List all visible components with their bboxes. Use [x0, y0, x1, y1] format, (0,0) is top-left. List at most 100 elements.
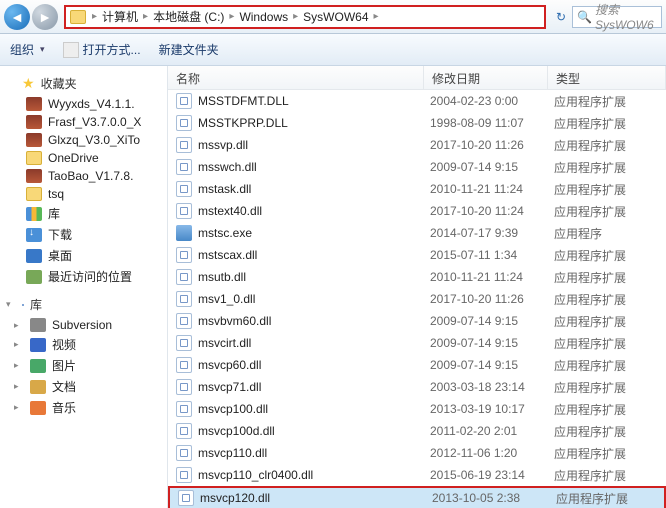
file-row[interactable]: msvcp110.dll2012-11-06 1:20应用程序扩展 — [168, 442, 666, 464]
sidebar-item[interactable]: 桌面 — [0, 245, 167, 266]
chevron-right-icon: ▸ — [14, 360, 24, 371]
file-row[interactable]: mstask.dll2010-11-21 11:24应用程序扩展 — [168, 178, 666, 200]
sidebar-item-label: 桌面 — [48, 247, 72, 264]
file-row[interactable]: msutb.dll2010-11-21 11:24应用程序扩展 — [168, 266, 666, 288]
file-date: 2015-07-11 1:34 — [430, 248, 554, 262]
chevron-right-icon[interactable]: ▸ — [90, 11, 99, 22]
file-name: msvcp110.dll — [198, 446, 430, 460]
sidebar-item[interactable]: Wyyxds_V4.1.1. — [0, 95, 167, 113]
sidebar-item-label: Wyyxds_V4.1.1. — [48, 97, 135, 111]
column-name[interactable]: 名称 — [168, 66, 424, 89]
chevron-down-icon: ▾ — [6, 299, 16, 310]
file-row[interactable]: msvcp120.dll2013-10-05 2:38应用程序扩展 — [168, 486, 666, 508]
file-row[interactable]: msvcp100d.dll2011-02-20 2:01应用程序扩展 — [168, 420, 666, 442]
refresh-button[interactable]: ↻ — [550, 6, 572, 28]
sidebar-item[interactable]: tsq — [0, 185, 167, 203]
file-row[interactable]: MSSTDFMT.DLL2004-02-23 0:00应用程序扩展 — [168, 90, 666, 112]
file-type: 应用程序扩展 — [554, 357, 626, 374]
sidebar-item-label: Frasf_V3.7.0.0_X — [48, 115, 141, 129]
open-with-button[interactable]: 打开方式... — [63, 41, 141, 58]
file-type: 应用程序扩展 — [554, 93, 626, 110]
nav-forward-button[interactable]: ► — [32, 4, 58, 30]
file-row[interactable]: msvcp100.dll2013-03-19 10:17应用程序扩展 — [168, 398, 666, 420]
sidebar-item[interactable]: Frasf_V3.7.0.0_X — [0, 113, 167, 131]
chevron-right-icon: ▸ — [14, 339, 24, 350]
dll-icon — [176, 401, 192, 417]
file-name: msvcp60.dll — [198, 358, 430, 372]
sidebar-item[interactable]: 库 — [0, 203, 167, 224]
file-date: 2010-11-21 11:24 — [430, 182, 554, 196]
item-icon — [30, 338, 46, 352]
search-input[interactable]: 🔍 搜索 SysWOW6 — [572, 6, 662, 28]
sidebar-item[interactable]: 最近访问的位置 — [0, 266, 167, 287]
item-icon — [30, 359, 46, 373]
sidebar-item[interactable]: ▸文档 — [0, 376, 167, 397]
column-date[interactable]: 修改日期 — [424, 66, 548, 89]
sidebar-item[interactable]: Glxzq_V3.0_XiTo — [0, 131, 167, 149]
dll-icon — [176, 313, 192, 329]
file-row[interactable]: MSSTKPRP.DLL1998-08-09 11:07应用程序扩展 — [168, 112, 666, 134]
file-type: 应用程序扩展 — [554, 467, 626, 484]
item-icon — [30, 401, 46, 415]
file-date: 2017-10-20 11:26 — [430, 138, 554, 152]
file-name: msvcp110_clr0400.dll — [198, 468, 430, 482]
breadcrumb[interactable]: ▸ 计算机 ▸ 本地磁盘 (C:) ▸ Windows ▸ SysWOW64 ▸ — [64, 5, 546, 29]
file-name: mssvp.dll — [198, 138, 430, 152]
item-icon — [30, 380, 46, 394]
file-row[interactable]: msvcp60.dll2009-07-14 9:15应用程序扩展 — [168, 354, 666, 376]
file-date: 1998-08-09 11:07 — [430, 116, 554, 130]
crumb-syswow64[interactable]: SysWOW64 — [300, 10, 371, 24]
file-row[interactable]: msvcirt.dll2009-07-14 9:15应用程序扩展 — [168, 332, 666, 354]
column-type[interactable]: 类型 — [548, 66, 666, 89]
chevron-right-icon: ▸ — [14, 320, 24, 331]
file-row[interactable]: msvcp110_clr0400.dll2015-06-19 23:14应用程序… — [168, 464, 666, 486]
file-row[interactable]: mstsc.exe2014-07-17 9:39应用程序 — [168, 222, 666, 244]
item-icon — [26, 249, 42, 263]
file-row[interactable]: mssvp.dll2017-10-20 11:26应用程序扩展 — [168, 134, 666, 156]
file-date: 2003-03-18 23:14 — [430, 380, 554, 394]
sidebar-item[interactable]: ▸音乐 — [0, 397, 167, 418]
file-row[interactable]: mstscax.dll2015-07-11 1:34应用程序扩展 — [168, 244, 666, 266]
sidebar-item[interactable]: OneDrive — [0, 149, 167, 167]
sidebar-item[interactable]: TaoBao_V1.7.8. — [0, 167, 167, 185]
nav-back-button[interactable]: ◄ — [4, 4, 30, 30]
file-row[interactable]: msswch.dll2009-07-14 9:15应用程序扩展 — [168, 156, 666, 178]
item-icon — [26, 169, 42, 183]
file-date: 2011-02-20 2:01 — [430, 424, 554, 438]
sidebar-item[interactable]: ▸视频 — [0, 334, 167, 355]
sidebar-libraries-header[interactable]: ▾ 库 — [0, 293, 167, 316]
file-date: 2009-07-14 9:15 — [430, 358, 554, 372]
dll-icon — [176, 357, 192, 373]
chevron-right-icon[interactable]: ▸ — [372, 11, 381, 22]
dll-icon — [178, 490, 194, 506]
chevron-right-icon[interactable]: ▸ — [141, 11, 150, 22]
chevron-right-icon[interactable]: ▸ — [227, 11, 236, 22]
file-row[interactable]: mstext40.dll2017-10-20 11:24应用程序扩展 — [168, 200, 666, 222]
sidebar-item[interactable]: ▸ Subversion — [0, 316, 167, 334]
chevron-right-icon[interactable]: ▸ — [291, 11, 300, 22]
sidebar-favorites-header[interactable]: ★ 收藏夹 — [0, 72, 167, 95]
new-folder-button[interactable]: 新建文件夹 — [159, 41, 219, 58]
sidebar-item[interactable]: ▸ 图片 — [0, 355, 167, 376]
sidebar-item-label: 音乐 — [52, 399, 76, 416]
column-headers: 名称 修改日期 类型 — [168, 66, 666, 90]
chevron-right-icon: ▸ — [14, 381, 24, 392]
item-icon — [26, 228, 42, 242]
file-row[interactable]: msvbvm60.dll2009-07-14 9:15应用程序扩展 — [168, 310, 666, 332]
file-row[interactable]: msvcp71.dll2003-03-18 23:14应用程序扩展 — [168, 376, 666, 398]
sidebar-item-label: 图片 — [52, 357, 76, 374]
crumb-windows[interactable]: Windows — [236, 10, 291, 24]
crumb-computer[interactable]: 计算机 — [99, 8, 141, 25]
file-type: 应用程序扩展 — [554, 445, 626, 462]
file-name: MSSTDFMT.DLL — [198, 94, 430, 108]
file-row[interactable]: msv1_0.dll2017-10-20 11:26应用程序扩展 — [168, 288, 666, 310]
sidebar-item[interactable]: 下载 — [0, 224, 167, 245]
file-date: 2004-02-23 0:00 — [430, 94, 554, 108]
organize-button[interactable]: 组织 — [10, 41, 45, 58]
file-type: 应用程序扩展 — [554, 137, 626, 154]
sidebar: ★ 收藏夹 Wyyxds_V4.1.1. Frasf_V3.7.0.0_X Glxz… — [0, 66, 168, 508]
crumb-drive[interactable]: 本地磁盘 (C:) — [150, 8, 227, 25]
exe-icon — [176, 225, 192, 241]
file-name: mstask.dll — [198, 182, 430, 196]
sidebar-item-label: Subversion — [52, 318, 112, 332]
